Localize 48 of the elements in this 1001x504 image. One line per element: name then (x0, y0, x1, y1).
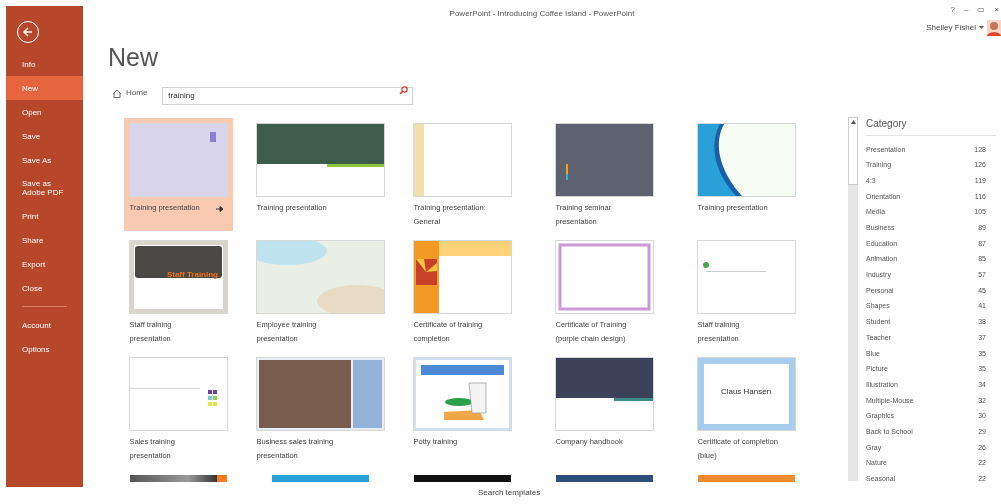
sidebar-item[interactable]: Save as Adobe PDF (6, 172, 83, 204)
sidebar-item[interactable]: Share (6, 228, 83, 252)
caret-icon (979, 26, 984, 30)
window-control[interactable]: – (963, 4, 969, 16)
back-arrow-icon (22, 26, 34, 38)
template-thumbnail[interactable] (413, 241, 511, 313)
sidebar-item[interactable]: Save As (6, 148, 83, 172)
page-heading: New (108, 42, 158, 72)
window-title: PowerPoint - Introducing Coffee Island - PowerPoint (449, 8, 635, 20)
scroll-up-icon[interactable] (850, 120, 856, 124)
account-name[interactable]: Shelley Fishel (926, 22, 976, 34)
scrollbar[interactable] (848, 117, 858, 481)
thumbnail-title: Claus Hansen (720, 387, 771, 396)
search-icon[interactable] (399, 85, 409, 95)
search-field[interactable]: training (162, 86, 414, 105)
template-thumbnail[interactable] (129, 124, 227, 196)
sidebar-item[interactable]: Print (6, 204, 83, 228)
window-control[interactable]: ▭ (977, 4, 986, 16)
template-thumbnail[interactable] (256, 124, 384, 196)
template-thumbnail[interactable] (129, 358, 227, 430)
sidebar-item[interactable]: Export (6, 252, 83, 276)
sidebar-item[interactable]: Close (6, 276, 83, 300)
template-thumbnail[interactable]: Claus Hansen (697, 358, 795, 430)
logo-icon (209, 132, 216, 142)
template-thumbnail[interactable] (413, 358, 511, 430)
template-thumbnail[interactable] (555, 241, 653, 313)
sidebar-item[interactable]: Info (6, 52, 83, 76)
arrow-icon[interactable] (215, 206, 224, 212)
sidebar-item[interactable]: Save (6, 124, 83, 148)
thumbnail-title: Staff Training (166, 270, 218, 279)
template-thumbnail[interactable] (413, 124, 511, 196)
sidebar-item[interactable]: Options (6, 337, 83, 361)
sidebar-item[interactable]: Open (6, 100, 83, 124)
template-thumbnail[interactable] (256, 241, 384, 313)
window-control[interactable]: × (994, 4, 999, 16)
home-link[interactable]: Home (126, 87, 148, 99)
window-control[interactable]: ? (950, 4, 955, 16)
avatar[interactable] (987, 20, 1001, 36)
template-thumbnail[interactable] (555, 124, 653, 196)
template-thumbnail[interactable] (256, 358, 384, 430)
search-templates-link[interactable]: Search templates (478, 487, 541, 499)
template-thumbnail[interactable] (697, 124, 795, 196)
template-thumbnail[interactable] (697, 241, 795, 313)
sidebar-item[interactable]: Account (6, 313, 83, 337)
logo-icon (702, 262, 709, 268)
category-heading: Category (866, 117, 996, 136)
home-icon (112, 88, 122, 98)
template-thumbnail[interactable] (555, 358, 653, 430)
